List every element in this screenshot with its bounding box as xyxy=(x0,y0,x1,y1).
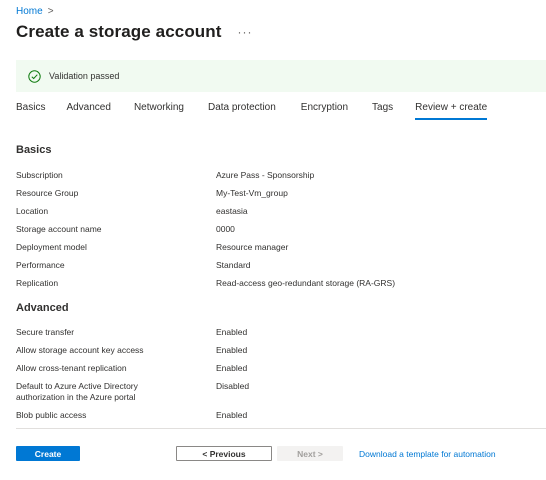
detail-label: Allow storage account key access xyxy=(16,345,144,355)
detail-value: Enabled xyxy=(216,410,248,420)
tab-encryption[interactable]: Encryption xyxy=(301,100,348,120)
detail-value: eastasia xyxy=(216,206,248,216)
tab-bar: Basics Advanced Networking Data protecti… xyxy=(16,100,488,120)
detail-label: Blob public access xyxy=(16,410,87,420)
breadcrumb-home-link[interactable]: Home xyxy=(16,6,43,17)
detail-label: Performance xyxy=(16,260,65,270)
detail-value: Disabled xyxy=(216,381,250,391)
tab-advanced[interactable]: Advanced xyxy=(66,100,110,120)
detail-label: Storage account name xyxy=(16,224,102,234)
title-row: Create a storage account ··· xyxy=(16,22,253,42)
detail-label: Secure transfer xyxy=(16,327,75,337)
breadcrumb: Home > xyxy=(16,6,54,17)
download-template-link[interactable]: Download a template for automation xyxy=(359,446,496,461)
check-circle-icon xyxy=(28,69,41,83)
tab-tags[interactable]: Tags xyxy=(372,100,393,120)
detail-label: Resource Group xyxy=(16,188,79,198)
breadcrumb-separator: > xyxy=(47,6,54,17)
detail-value: Enabled xyxy=(216,345,248,355)
detail-label: Replication xyxy=(16,278,59,288)
detail-label: Default to Azure Active Directory author… xyxy=(16,381,138,402)
detail-value: Read-access geo-redundant storage (RA-GR… xyxy=(216,278,396,288)
detail-label: Allow cross-tenant replication xyxy=(16,363,127,373)
detail-value: Standard xyxy=(216,260,251,270)
next-button[interactable]: Next > xyxy=(277,446,343,461)
detail-label: Deployment model xyxy=(16,242,87,252)
tab-data-protection[interactable]: Data protection xyxy=(208,100,276,120)
detail-value: Azure Pass - Sponsorship xyxy=(216,170,315,180)
validation-text: Validation passed xyxy=(49,71,120,81)
tab-networking[interactable]: Networking xyxy=(134,100,184,120)
page-title: Create a storage account xyxy=(16,22,222,41)
tab-review-create[interactable]: Review + create xyxy=(415,100,488,120)
footer-divider xyxy=(16,428,546,429)
detail-value: My-Test-Vm_group xyxy=(216,188,288,198)
detail-label: Subscription xyxy=(16,170,63,180)
more-options-icon[interactable]: ··· xyxy=(238,25,253,39)
detail-value: 0000 xyxy=(216,224,235,234)
tab-basics[interactable]: Basics xyxy=(16,100,45,120)
validation-banner: Validation passed xyxy=(16,60,546,92)
advanced-section-title: Advanced xyxy=(16,302,69,314)
detail-value: Resource manager xyxy=(216,242,289,252)
basics-section-title: Basics xyxy=(16,144,52,156)
previous-button[interactable]: < Previous xyxy=(176,446,272,461)
create-button[interactable]: Create xyxy=(16,446,80,461)
detail-value: Enabled xyxy=(216,363,248,373)
detail-value: Enabled xyxy=(216,327,248,337)
detail-label: Location xyxy=(16,206,49,216)
